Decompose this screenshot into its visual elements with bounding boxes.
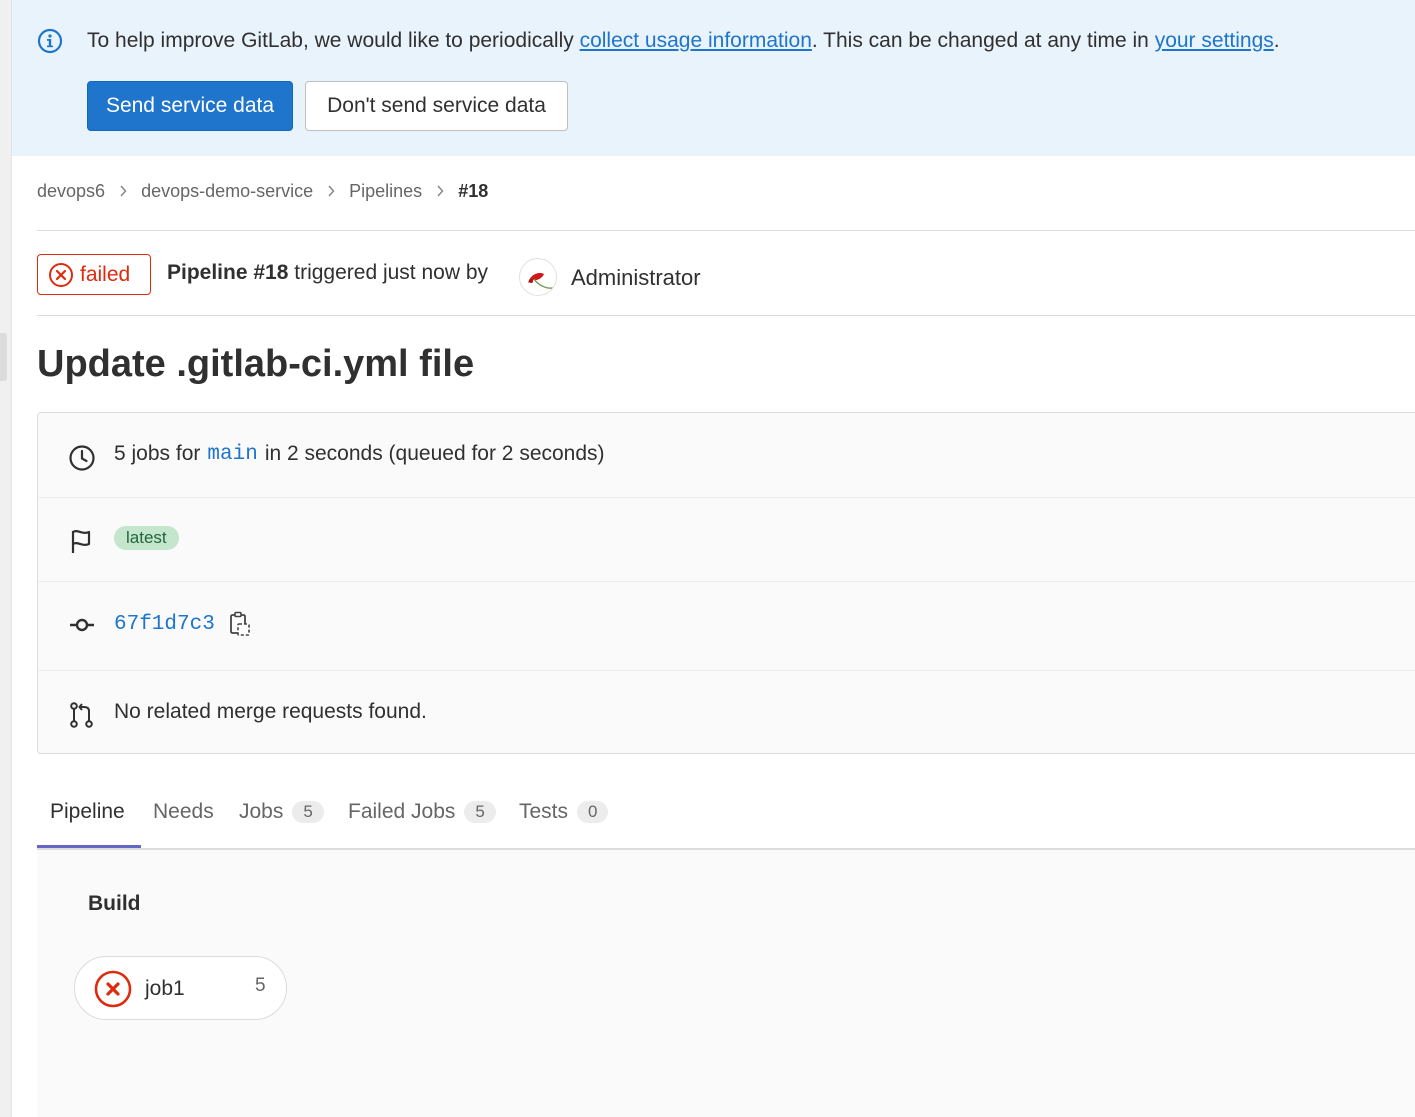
latest-badge: latest [114, 526, 179, 550]
sidebar-toggle-handle[interactable] [0, 333, 7, 381]
commit-info: 67f1d7c3 [114, 611, 251, 637]
breadcrumb: devops6 devops-demo-service Pipelines #1… [37, 181, 488, 202]
breadcrumb-item-current[interactable]: #18 [458, 181, 488, 202]
divider [37, 230, 1415, 231]
chevron-right-icon [327, 184, 335, 200]
banner-text-suffix: . [1273, 29, 1280, 52]
left-sidebar-rail [0, 0, 12, 1117]
info-row-commit: 67f1d7c3 [38, 582, 1415, 671]
info-row-merge-requests: No related merge requests found. [38, 671, 1415, 755]
page-title: Update .gitlab-ci.yml file [37, 343, 475, 385]
status-badge[interactable]: failed [37, 254, 151, 295]
pipeline-id: Pipeline #18 [167, 261, 289, 284]
tag-wrap: latest [114, 526, 179, 550]
tab-failed-jobs[interactable]: Failed Jobs 5 [348, 800, 496, 824]
flag-icon [71, 530, 91, 553]
merge-request-icon [70, 702, 93, 728]
clock-icon [69, 445, 95, 471]
avatar[interactable] [519, 258, 557, 296]
collect-usage-link[interactable]: collect usage information [580, 29, 812, 52]
merge-requests-text: No related merge requests found. [114, 700, 427, 723]
chevron-right-icon [436, 184, 444, 200]
tab-count: 0 [577, 801, 609, 823]
job-name: job1 [145, 977, 185, 1000]
banner-message: To help improve GitLab, we would like to… [87, 29, 1280, 53]
tab-jobs[interactable]: Jobs 5 [239, 800, 324, 824]
commit-icon [70, 618, 94, 632]
status-label: failed [80, 262, 131, 286]
pipeline-info-box: 5 jobs for main in 2 seconds (queued for… [37, 412, 1415, 754]
tab-pipeline[interactable]: Pipeline [50, 800, 125, 824]
copy-clipboard-icon[interactable] [229, 611, 251, 637]
tab-label: Tests [519, 800, 569, 823]
divider [37, 315, 1415, 316]
triggered-text: triggered just now by [288, 261, 489, 284]
information-icon [37, 28, 63, 54]
jobs-summary-prefix: 5 jobs for [114, 442, 201, 465]
breadcrumb-item-project[interactable]: devops-demo-service [141, 181, 313, 202]
jobs-summary: 5 jobs for main in 2 seconds (queued for… [114, 442, 605, 466]
active-tab-indicator [37, 845, 141, 848]
pipeline-header-text: Pipeline #18 triggered just now by [167, 261, 488, 285]
info-row-tags: latest [38, 498, 1415, 582]
user-name-link[interactable]: Administrator [571, 265, 701, 291]
banner-text-middle: . This can be changed at any time in [811, 29, 1155, 52]
tab-label: Jobs [239, 800, 284, 823]
your-settings-link[interactable]: your settings [1155, 29, 1274, 52]
tab-label: Needs [153, 800, 214, 823]
tab-label: Failed Jobs [348, 800, 456, 823]
job-group-count: 5 [255, 975, 266, 996]
stage-title: Build [88, 892, 141, 915]
job-item[interactable]: job1 5 [74, 956, 287, 1020]
tab-needs[interactable]: Needs [153, 800, 214, 824]
tab-tests[interactable]: Tests 0 [519, 800, 609, 824]
banner-text-prefix: To help improve GitLab, we would like to… [87, 29, 580, 52]
status-failed-icon [94, 970, 132, 1008]
tab-count: 5 [464, 801, 496, 823]
chevron-right-icon [119, 184, 127, 200]
breadcrumb-item-group[interactable]: devops6 [37, 181, 105, 202]
tab-label: Pipeline [50, 800, 125, 823]
pipeline-graph: Build job1 5 [37, 850, 1415, 1117]
send-service-data-button[interactable]: Send service data [87, 81, 293, 131]
pipeline-tabs: Pipeline Needs Jobs 5 Failed Jobs 5 Test… [37, 780, 1415, 850]
breadcrumb-item-pipelines[interactable]: Pipelines [349, 181, 422, 202]
jobs-summary-suffix: in 2 seconds (queued for 2 seconds) [264, 442, 605, 465]
status-failed-icon [49, 262, 73, 287]
service-data-banner: To help improve GitLab, we would like to… [12, 0, 1415, 156]
tab-count: 5 [292, 801, 324, 823]
dont-send-service-data-button[interactable]: Don't send service data [305, 81, 568, 131]
info-row-duration: 5 jobs for main in 2 seconds (queued for… [38, 413, 1415, 498]
branch-link[interactable]: main [207, 443, 257, 466]
commit-sha-link[interactable]: 67f1d7c3 [114, 613, 215, 636]
